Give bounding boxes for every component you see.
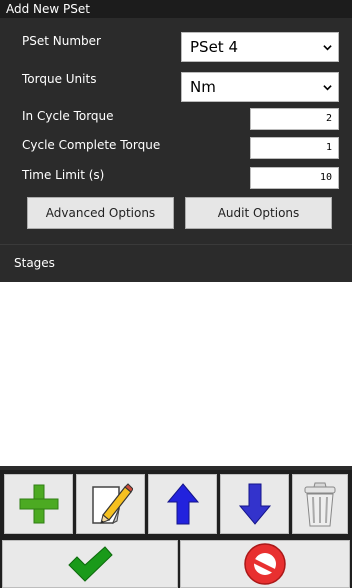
torque-units-select[interactable]: Nm xyxy=(181,72,339,102)
chevron-down-icon xyxy=(323,45,332,51)
cancel-button[interactable] xyxy=(180,540,350,588)
edit-stage-button[interactable] xyxy=(76,474,145,534)
confirm-button[interactable] xyxy=(2,540,178,588)
time-limit-input[interactable]: 10 xyxy=(250,167,339,189)
move-up-button[interactable] xyxy=(148,474,217,534)
add-stage-button[interactable] xyxy=(4,474,73,534)
torque-units-value: Nm xyxy=(190,78,216,96)
cycle-complete-torque-input[interactable]: 1 xyxy=(250,137,339,159)
cycle-complete-torque-label: Cycle Complete Torque xyxy=(22,138,161,152)
move-down-button[interactable] xyxy=(220,474,289,534)
cancel-icon xyxy=(244,543,286,585)
pset-number-label: PSet Number xyxy=(22,34,101,48)
move-down-icon xyxy=(238,483,271,525)
edit-icon xyxy=(91,483,133,525)
move-up-icon xyxy=(166,483,199,525)
add-icon xyxy=(19,484,58,524)
audit-options-button[interactable]: Audit Options xyxy=(185,197,332,229)
delete-icon xyxy=(304,482,336,527)
time-limit-label: Time Limit (s) xyxy=(22,168,105,182)
stages-title: Stages xyxy=(14,256,55,270)
pset-number-value: PSet 4 xyxy=(190,38,238,56)
in-cycle-torque-label: In Cycle Torque xyxy=(22,109,114,123)
confirm-icon xyxy=(68,546,113,582)
chevron-down-icon xyxy=(323,85,332,91)
in-cycle-torque-input[interactable]: 2 xyxy=(250,108,339,130)
advanced-options-button[interactable]: Advanced Options xyxy=(27,197,174,229)
pset-number-select[interactable]: PSet 4 xyxy=(181,32,339,62)
delete-stage-button[interactable] xyxy=(292,474,348,534)
torque-units-label: Torque Units xyxy=(22,72,97,86)
action-bar xyxy=(0,540,352,588)
stage-toolbar xyxy=(0,470,352,540)
stages-header: Stages xyxy=(0,244,352,282)
window-title: Add New PSet xyxy=(0,0,352,18)
stages-list[interactable] xyxy=(0,282,352,466)
